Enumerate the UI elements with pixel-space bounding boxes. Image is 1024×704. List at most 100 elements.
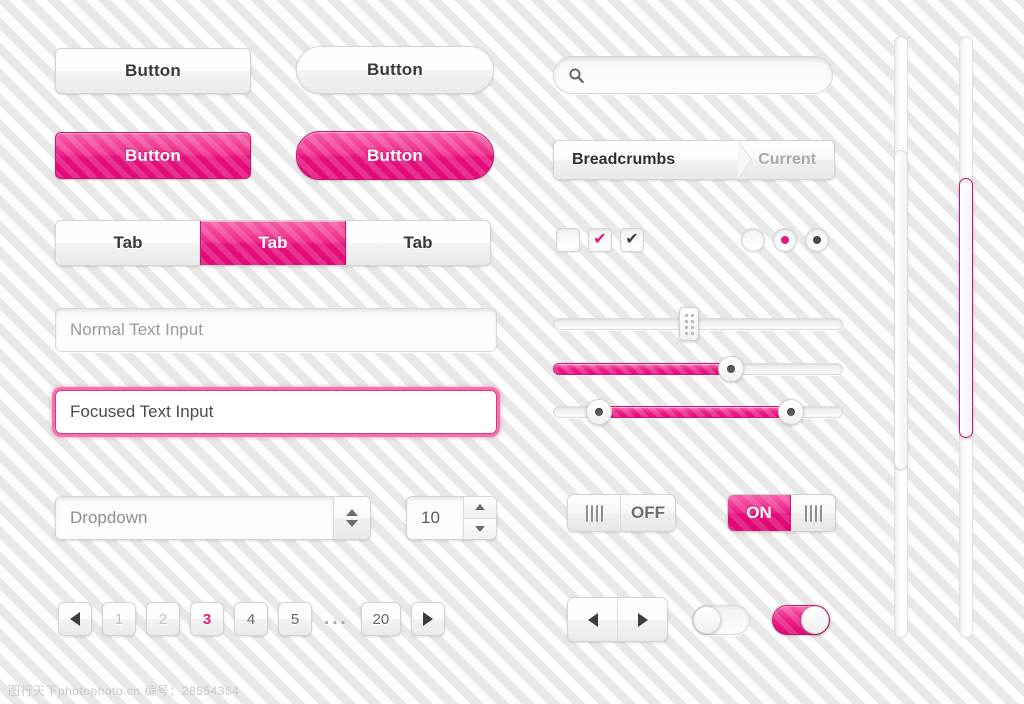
radio-dot-icon	[781, 236, 789, 244]
page-label: 2	[158, 610, 168, 628]
light-pill-button[interactable]: Button	[296, 46, 494, 94]
pink-scrollbar-thumb[interactable]	[959, 178, 973, 438]
knob-center-icon	[787, 408, 795, 416]
toggle-label: OFF	[631, 503, 665, 522]
pagination-page-5[interactable]: 5	[278, 602, 312, 636]
pagination-page-3[interactable]: 3	[190, 602, 224, 636]
range-slider-knob-end[interactable]	[778, 399, 804, 425]
caret-up-icon[interactable]	[346, 509, 358, 516]
stepper-decrement-button[interactable]	[464, 517, 496, 539]
tab-3[interactable]: Tab	[346, 221, 490, 265]
stepper-buttons	[463, 497, 496, 539]
grip-lines-icon	[585, 504, 603, 522]
arrow-button-group	[567, 597, 668, 642]
button-label: Button	[125, 61, 181, 80]
button-label: Button	[367, 145, 423, 165]
tab-2[interactable]: Tab	[200, 221, 346, 265]
radio-unselected[interactable]	[741, 228, 765, 252]
search-field[interactable]	[553, 56, 833, 94]
radio-selected-pink[interactable]	[773, 228, 797, 252]
pink-rect-button[interactable]: Button	[55, 132, 251, 179]
ui-kit-canvas: Button Button Button Button Tab Tab Tab …	[0, 0, 1024, 704]
button-label: Button	[125, 145, 181, 165]
tab-label: Tab	[258, 233, 288, 252]
knob-center-icon	[595, 408, 603, 416]
toggle-on-grip[interactable]	[791, 495, 835, 531]
stepper-value: 10	[421, 508, 440, 527]
page-label: 3	[202, 610, 212, 628]
toggle-label: ON	[746, 503, 772, 522]
value-slider-fill	[553, 363, 731, 375]
breadcrumb-item-current[interactable]: Current	[738, 141, 834, 179]
range-slider-fill	[599, 406, 791, 418]
button-label: Button	[367, 60, 423, 79]
breadcrumb-label: Current	[758, 151, 816, 168]
toggle-on[interactable]: ON	[727, 494, 836, 532]
pagination-page-1[interactable]: 1	[102, 602, 136, 636]
checkbox-checked-pink[interactable]: ✔	[588, 228, 612, 252]
page-label: 5	[290, 610, 300, 628]
breadcrumb-separator-icon	[738, 141, 752, 179]
radio-selected-dark[interactable]	[805, 228, 829, 252]
toggle-off[interactable]: OFF	[567, 494, 676, 532]
triangle-right-icon	[637, 612, 648, 627]
caret-down-icon[interactable]	[346, 520, 358, 527]
breadcrumb-label: Breadcrumbs	[572, 151, 676, 168]
value-slider-knob[interactable]	[718, 356, 744, 382]
pagination-page-20[interactable]: 20	[360, 602, 401, 636]
input-value: Focused Text Input	[70, 402, 214, 421]
pagination-page-4[interactable]: 4	[234, 602, 268, 636]
pagination-next-button[interactable]	[410, 602, 445, 636]
page-label: 1	[114, 610, 124, 628]
triangle-right-icon	[422, 612, 433, 626]
grip-dots-icon	[684, 313, 694, 335]
light-rect-button[interactable]: Button	[55, 48, 251, 94]
toggle-on-label-area[interactable]: ON	[728, 495, 791, 531]
arrow-prev-button[interactable]	[568, 598, 618, 641]
grip-lines-icon	[804, 504, 822, 522]
dropdown-value: Dropdown	[70, 508, 148, 527]
arrow-next-button[interactable]	[618, 598, 667, 641]
pill-switch-off[interactable]	[692, 605, 750, 635]
checkbox-checked-dark[interactable]: ✔	[620, 228, 644, 252]
stepper-increment-button[interactable]	[464, 497, 496, 518]
plain-scrollbar-thumb[interactable]	[894, 150, 908, 470]
search-icon	[569, 67, 584, 83]
pagination-prev-button[interactable]	[58, 602, 92, 636]
pill-switch-knob[interactable]	[801, 606, 829, 634]
pink-pill-button[interactable]: Button	[296, 131, 494, 180]
dropdown-spinner-buttons[interactable]	[333, 497, 370, 539]
normal-text-input[interactable]: Normal Text Input	[55, 308, 497, 352]
knob-center-icon	[727, 365, 735, 373]
pagination: 1 2 3 4 5 ... 20	[58, 602, 445, 636]
pagination-page-2[interactable]: 2	[146, 602, 180, 636]
pill-switch-on[interactable]	[772, 605, 830, 635]
check-icon: ✔	[593, 231, 607, 248]
tab-bar: Tab Tab Tab	[55, 220, 491, 266]
stepper-value-area[interactable]: 10	[407, 497, 463, 539]
number-stepper[interactable]: 10	[406, 496, 497, 540]
toggle-off-grip[interactable]	[568, 495, 621, 531]
toggle-off-label-area[interactable]: OFF	[621, 495, 675, 531]
triangle-left-icon	[587, 612, 598, 627]
focused-text-input[interactable]: Focused Text Input	[55, 390, 497, 434]
input-placeholder: Normal Text Input	[70, 320, 203, 339]
triangle-left-icon	[70, 612, 80, 626]
range-slider-knob-start[interactable]	[586, 399, 612, 425]
dropdown[interactable]: Dropdown	[55, 496, 371, 540]
tab-label: Tab	[113, 233, 143, 252]
caret-down-icon	[475, 525, 485, 532]
pagination-ellipsis: ...	[324, 608, 349, 629]
pill-switch-knob[interactable]	[693, 606, 721, 634]
caret-up-icon	[475, 504, 485, 511]
checkbox-unchecked[interactable]	[556, 228, 580, 252]
dropdown-value-area[interactable]: Dropdown	[56, 497, 333, 539]
radio-dot-icon	[813, 236, 821, 244]
breadcrumb-item-root[interactable]: Breadcrumbs	[554, 141, 752, 179]
page-label: 4	[246, 610, 256, 628]
page-label: 20	[372, 610, 390, 628]
check-icon: ✔	[625, 231, 639, 248]
watermark: 图行天下photophoto.cn 编号：28554364	[8, 684, 240, 698]
tab-1[interactable]: Tab	[56, 221, 200, 265]
plain-slider-handle[interactable]	[679, 307, 699, 341]
